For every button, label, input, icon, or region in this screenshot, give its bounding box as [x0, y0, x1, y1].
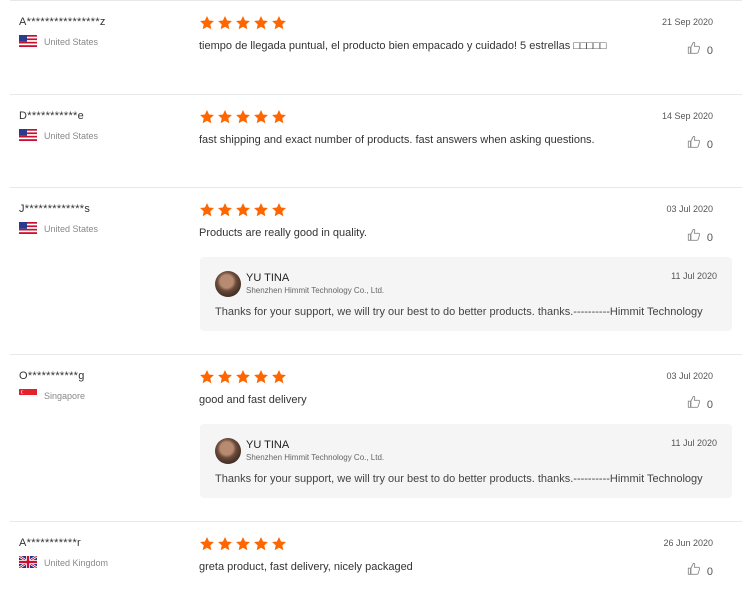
review-item: O***********g Singapore good and fast de… [10, 354, 742, 522]
star-icon [199, 15, 215, 36]
flag-icon [19, 556, 44, 570]
review-item: D***********e United States fast shippin… [10, 94, 742, 188]
review-date: 03 Jul 2020 [666, 371, 713, 381]
helpful-button[interactable]: 0 [687, 135, 713, 154]
reviewer-name: J*************s [19, 203, 91, 215]
helpful-count: 0 [706, 398, 713, 411]
review-item: A***********r United Kingdom greta produ… [10, 521, 742, 597]
review-text: greta product, fast delivery, nicely pac… [199, 561, 413, 573]
reviewer-country: United States [19, 222, 98, 236]
reply-author: YU TINA [246, 439, 290, 451]
thumbs-up-icon [687, 395, 707, 414]
star-icon [253, 369, 269, 390]
review-text: tiempo de llegada puntual, el producto b… [199, 40, 607, 52]
star-icon [271, 536, 287, 557]
star-icon [217, 109, 233, 130]
star-icon [217, 536, 233, 557]
star-icon [253, 536, 269, 557]
thumbs-up-icon [687, 562, 707, 581]
country-label: United States [44, 131, 99, 141]
helpful-count: 0 [706, 231, 713, 244]
star-rating [199, 202, 287, 223]
flag-icon [19, 129, 44, 143]
thumbs-up-icon [687, 135, 707, 154]
star-icon [271, 109, 287, 130]
star-rating [199, 369, 287, 390]
star-icon [199, 202, 215, 223]
review-date: 21 Sep 2020 [661, 17, 713, 27]
star-icon [235, 202, 251, 223]
star-icon [235, 15, 251, 36]
thumbs-up-icon [687, 228, 707, 247]
star-icon [199, 536, 215, 557]
reply-text: Thanks for your support, we will try our… [215, 473, 703, 485]
country-label: United Kingdom [44, 558, 109, 568]
avatar [215, 438, 241, 464]
reviewer-name: D***********e [19, 110, 85, 122]
helpful-button[interactable]: 0 [687, 395, 713, 414]
flag-icon [19, 35, 44, 49]
seller-reply: YU TINA Shenzhen Himmit Technology Co., … [200, 257, 732, 331]
review-date: 14 Sep 2020 [661, 111, 713, 121]
review-date: 03 Jul 2020 [666, 204, 713, 214]
star-rating [199, 109, 287, 130]
helpful-button[interactable]: 0 [687, 228, 713, 247]
avatar [215, 271, 241, 297]
helpful-count: 0 [706, 138, 713, 151]
reviewer-name: O***********g [19, 370, 85, 382]
review-item: A****************z United States tiempo … [10, 0, 742, 95]
country-label: Singapore [44, 391, 86, 401]
reviewer-country: United States [19, 35, 98, 49]
helpful-count: 0 [706, 565, 713, 578]
star-icon [235, 109, 251, 130]
reviewer-country: United States [19, 129, 98, 143]
star-icon [253, 15, 269, 36]
reply-company: Shenzhen Himmit Technology Co., Ltd. [246, 453, 385, 462]
star-icon [253, 202, 269, 223]
reply-author: YU TINA [246, 272, 290, 284]
flag-icon [19, 389, 44, 403]
star-icon [217, 15, 233, 36]
reviewer-country: United Kingdom [19, 556, 108, 570]
review-text: fast shipping and exact number of produc… [199, 134, 595, 146]
star-icon [253, 109, 269, 130]
helpful-button[interactable]: 0 [687, 41, 713, 60]
review-item: J*************s United States Products a… [10, 187, 742, 355]
reviewer-country: Singapore [19, 389, 85, 403]
helpful-button[interactable]: 0 [687, 562, 713, 581]
star-icon [271, 369, 287, 390]
star-icon [217, 202, 233, 223]
country-label: United States [44, 37, 99, 47]
star-icon [235, 369, 251, 390]
star-icon [271, 202, 287, 223]
star-rating [199, 536, 287, 557]
seller-reply: YU TINA Shenzhen Himmit Technology Co., … [200, 424, 732, 498]
reply-text: Thanks for your support, we will try our… [215, 306, 703, 318]
review-text: good and fast delivery [199, 394, 307, 406]
reply-date: 11 Jul 2020 [671, 271, 717, 281]
reviewer-name: A***********r [19, 537, 81, 549]
star-rating [199, 15, 287, 36]
reply-date: 11 Jul 2020 [671, 438, 717, 448]
reviewer-name: A****************z [19, 16, 106, 28]
star-icon [199, 369, 215, 390]
star-icon [271, 15, 287, 36]
thumbs-up-icon [687, 41, 707, 60]
review-date: 26 Jun 2020 [663, 538, 713, 548]
helpful-count: 0 [706, 44, 713, 57]
reply-company: Shenzhen Himmit Technology Co., Ltd. [246, 286, 385, 295]
star-icon [235, 536, 251, 557]
country-label: United States [44, 224, 99, 234]
star-icon [199, 109, 215, 130]
flag-icon [19, 222, 44, 236]
star-icon [217, 369, 233, 390]
review-text: Products are really good in quality. [199, 227, 367, 239]
